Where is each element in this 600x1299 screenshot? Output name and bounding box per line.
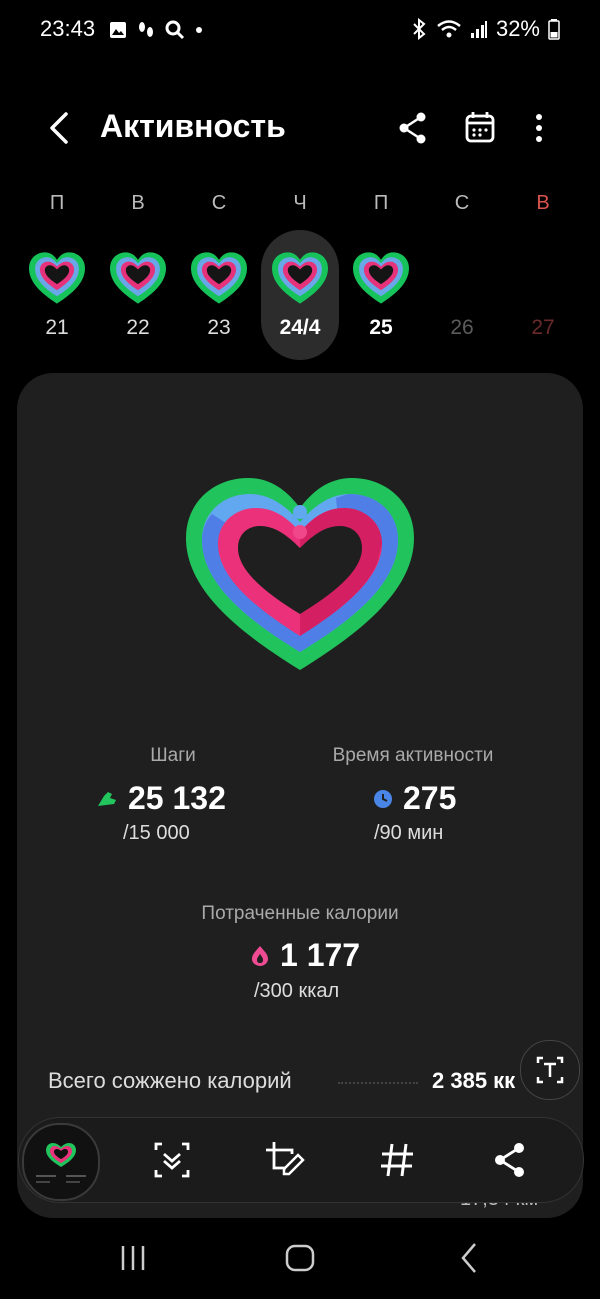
active-time-value: 275 xyxy=(403,780,457,816)
recent-apps-button[interactable] xyxy=(111,1236,155,1280)
page-title: Активность xyxy=(100,108,286,144)
day-heart-icon[interactable] xyxy=(269,250,331,306)
status-time: 23:43 xyxy=(40,16,96,41)
nav-back-button[interactable] xyxy=(447,1236,491,1280)
share-screenshot-button[interactable] xyxy=(488,1138,532,1182)
scroll-capture-icon xyxy=(154,1142,190,1178)
back-arrow-icon xyxy=(461,1243,476,1273)
calories-value-row: 1 177 xyxy=(250,937,360,974)
total-calories-value: 2 385 кк xyxy=(432,1068,516,1093)
clock-icon xyxy=(374,789,392,808)
crop-edit-icon xyxy=(266,1142,305,1176)
status-bar: 23:43 32% xyxy=(0,14,600,46)
calendar-button[interactable] xyxy=(460,108,500,148)
day-number[interactable]: 22 xyxy=(108,316,168,340)
home-icon xyxy=(285,1244,315,1272)
chevron-left-icon xyxy=(50,112,68,144)
recents-icon xyxy=(121,1246,145,1270)
battery-percent: 32% xyxy=(495,16,540,41)
flame-icon xyxy=(252,945,268,966)
share-icon xyxy=(495,1143,524,1177)
day-letter: П xyxy=(373,192,389,214)
day-letter: С xyxy=(454,192,470,214)
back-button[interactable] xyxy=(40,108,80,148)
day-letter: Ч xyxy=(293,192,307,214)
dotted-leader xyxy=(338,1082,418,1084)
shoe-icon xyxy=(98,791,116,806)
calendar-icon xyxy=(465,112,495,143)
day-heart-icon[interactable] xyxy=(350,250,412,306)
extract-text-button[interactable] xyxy=(520,1040,580,1100)
active-time-label: Время активности xyxy=(332,745,494,766)
day-heart-icon[interactable] xyxy=(26,250,88,306)
steps-label: Шаги xyxy=(150,745,196,766)
scroll-capture-button[interactable] xyxy=(150,1138,194,1182)
battery-icon xyxy=(548,19,560,40)
day-number: 26 xyxy=(450,316,474,339)
calories-goal: /300 ккал xyxy=(254,980,340,1002)
day-number: 27 xyxy=(531,316,555,339)
active-time-goal: /90 мин xyxy=(374,822,444,844)
day-number[interactable]: 21 xyxy=(27,316,87,340)
day-number[interactable]: 25 xyxy=(351,316,411,340)
day-letter: П xyxy=(49,192,65,214)
notification-icons xyxy=(108,19,204,41)
screenshot-thumbnail[interactable] xyxy=(22,1123,100,1201)
status-right: 32% xyxy=(410,16,560,42)
search-icon xyxy=(165,20,185,40)
activity-rings-heart xyxy=(186,478,414,670)
day-letter: С xyxy=(211,192,227,214)
edit-screenshot-button[interactable] xyxy=(262,1138,306,1182)
day-heart-icon[interactable] xyxy=(107,250,169,306)
app-header: Активность xyxy=(0,100,600,156)
calories-label: Потраченные калории xyxy=(201,903,399,924)
steps-goal: /15 000 xyxy=(123,822,190,844)
gallery-icon xyxy=(110,22,126,38)
day-number[interactable]: 23 xyxy=(189,316,249,340)
wifi-icon xyxy=(437,20,461,38)
calories-value: 1 177 xyxy=(280,937,361,973)
day-heart-icon[interactable] xyxy=(188,250,250,306)
total-calories-row: Всего сожжено калорий 2 385 кк xyxy=(48,1062,568,1102)
add-tags-button[interactable] xyxy=(375,1138,419,1182)
more-options-button[interactable] xyxy=(519,108,559,148)
bluetooth-icon xyxy=(413,18,426,40)
heart-thumbnail-icon xyxy=(36,1143,86,1183)
share-button[interactable] xyxy=(393,108,433,148)
signal-icon xyxy=(470,21,487,38)
day-letter: В xyxy=(131,192,145,214)
steps-value: 25 132 xyxy=(128,780,226,816)
more-vertical-icon xyxy=(536,114,542,142)
hashtag-icon xyxy=(381,1143,413,1177)
home-button[interactable] xyxy=(278,1236,322,1280)
share-icon xyxy=(399,112,426,144)
steps-icon xyxy=(139,22,153,37)
day-number-selected[interactable]: 24/4 xyxy=(270,316,330,340)
dot-icon xyxy=(196,27,202,33)
steps-value-row: 25 132 xyxy=(96,780,226,817)
day-letter: В xyxy=(536,192,550,214)
total-calories-label: Всего сожжено калорий xyxy=(48,1068,292,1093)
active-time-value-row: 275 xyxy=(373,780,456,817)
text-scan-icon xyxy=(536,1056,564,1084)
